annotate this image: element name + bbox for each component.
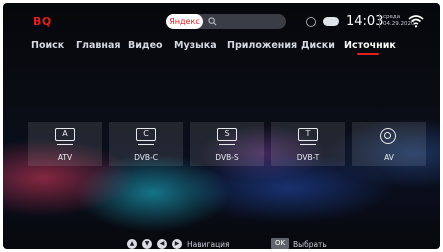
source-tile-av[interactable]: AV: [352, 122, 426, 166]
brand-logo: BQ: [33, 15, 52, 28]
toggle-icon[interactable]: [323, 17, 339, 26]
wifi-icon: [408, 15, 424, 28]
source-tile-dvb-t[interactable]: T DVB-T: [271, 122, 345, 166]
arrow-left-icon: ◀: [157, 239, 167, 249]
tv-screen: BQ Яндекс 14:03 среда 04.29.2020 Поиск Г…: [3, 3, 440, 249]
nav-item-music[interactable]: Музыка: [174, 40, 217, 51]
search-bar[interactable]: Яндекс: [166, 14, 286, 29]
select-hint: Выбрать: [293, 240, 327, 249]
arrow-right-icon: ▶: [172, 239, 182, 249]
nav-item-home[interactable]: Главная: [76, 40, 121, 51]
tv-icon: S: [217, 128, 237, 145]
source-label: DVB-C: [134, 153, 158, 162]
nav-item-search[interactable]: Поиск: [31, 40, 64, 51]
av-ring-icon: [380, 128, 396, 144]
footer-hints: ▲ ▼ ◀ ▶ Навигация OK Выбрать: [3, 238, 440, 249]
source-tile-dvb-c[interactable]: C DVB-C: [109, 122, 183, 166]
nav-item-apps[interactable]: Приложения: [227, 40, 297, 51]
tv-icon: C: [136, 128, 156, 145]
arrow-up-icon: ▲: [127, 239, 137, 249]
tv-icon: A: [55, 128, 75, 145]
yandex-badge: Яндекс: [166, 14, 203, 29]
source-label: ATV: [57, 153, 73, 162]
ok-key-icon: OK: [271, 238, 289, 249]
navigation-hint: Навигация: [187, 240, 230, 249]
main-nav: Поиск Главная Видео Музыка Приложения Ди…: [31, 40, 440, 54]
source-label: DVB-T: [296, 153, 320, 162]
settings-icon[interactable]: [306, 17, 316, 27]
tv-icon: T: [298, 128, 318, 145]
search-icon: [208, 17, 217, 26]
nav-item-disks[interactable]: Диски: [301, 40, 335, 51]
nav-item-video[interactable]: Видео: [128, 40, 163, 51]
source-tile-dvb-s[interactable]: S DVB-S: [190, 122, 264, 166]
arrow-down-icon: ▼: [142, 239, 152, 249]
source-label: AV: [384, 153, 394, 162]
active-tab-indicator: [357, 53, 379, 55]
source-tile-atv[interactable]: A ATV: [28, 122, 102, 166]
source-label: DVB-S: [215, 153, 239, 162]
clock-time: 14:03: [346, 14, 384, 29]
nav-item-source[interactable]: Источник: [344, 40, 396, 51]
